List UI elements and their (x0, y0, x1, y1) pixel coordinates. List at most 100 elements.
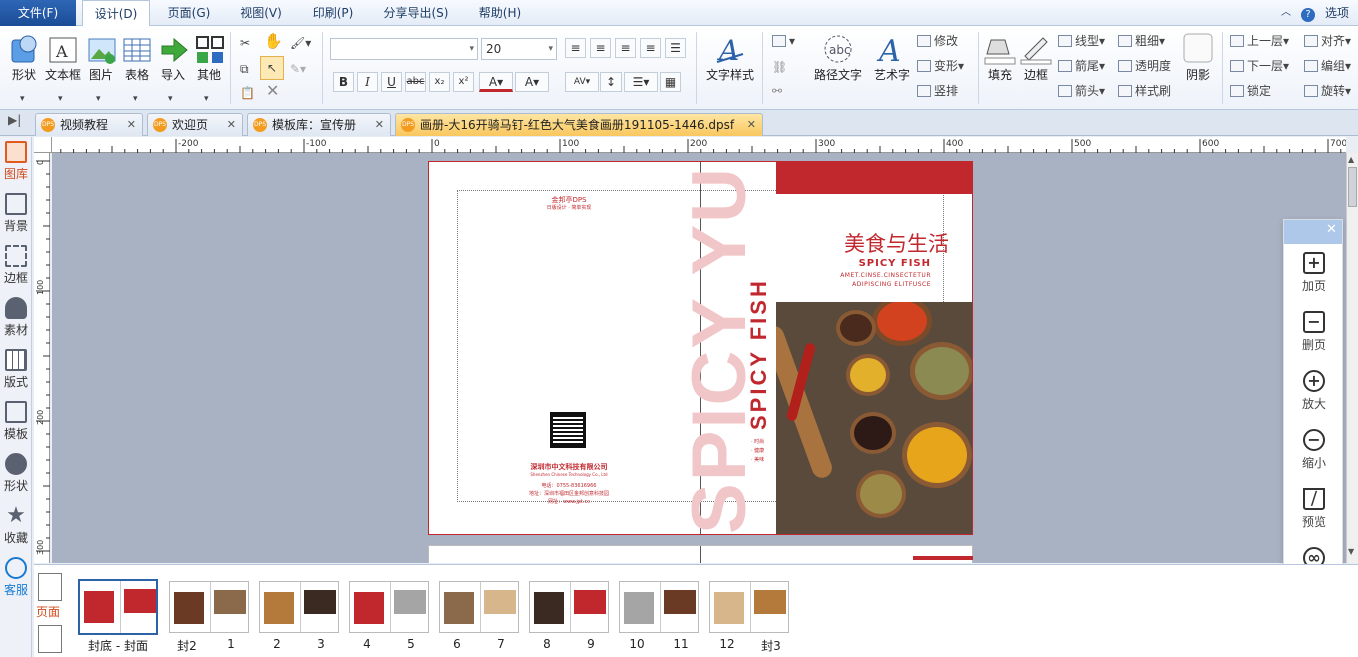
align-right-button[interactable]: ≡ (615, 38, 636, 58)
unlink-icon[interactable]: ⚯ (772, 82, 782, 100)
lock-button[interactable]: 锁定 (1230, 82, 1271, 100)
border-button[interactable]: 边框 (1018, 32, 1054, 83)
shadow-button[interactable]: 阴影 (1180, 32, 1216, 83)
brochure-spread[interactable]: 金邦亭DPS 日版设计 · 简单实现 深圳市中文科技有限公司 Shenzhen … (428, 161, 973, 535)
close-icon[interactable]: ✕ (375, 114, 384, 136)
design-canvas[interactable]: 金邦亭DPS 日版设计 · 简单实现 深圳市中文科技有限公司 Shenzhen … (52, 153, 1346, 563)
arrow-tail-button[interactable]: 箭尾▾ (1058, 57, 1105, 75)
page-list-icon[interactable] (38, 625, 62, 653)
copy-icon[interactable]: ⧉ (240, 60, 249, 78)
char-spacing-button[interactable]: AV▾ (565, 72, 599, 92)
tab-video-tutorial[interactable]: DPS 视频教程 ✕ (35, 113, 143, 136)
zoom-in-button[interactable]: + 放大 (1284, 370, 1344, 412)
format-brush-icon[interactable]: ✎▾ (290, 60, 306, 78)
thumbnail-spread[interactable] (529, 581, 609, 633)
menu-page[interactable]: 页面(G) (160, 0, 218, 26)
sidebar-item-template[interactable]: 模板 (0, 401, 32, 442)
chain-link-icon[interactable]: ⛓ (772, 58, 787, 76)
import-dropdown-icon[interactable]: ▾ (168, 90, 173, 108)
line-type-button[interactable]: 线型▾ (1058, 32, 1105, 50)
page-icon[interactable] (38, 573, 62, 601)
other-dropdown-icon[interactable]: ▾ (204, 90, 209, 108)
preview-button[interactable]: ⧸ 预览 (1284, 488, 1344, 530)
layer-down-button[interactable]: 下一层▾ (1230, 57, 1289, 75)
line-spacing-button[interactable]: ↕ (600, 72, 622, 92)
transform-button[interactable]: 变形▾ (917, 57, 964, 75)
thumbnail-spread[interactable] (78, 579, 158, 635)
font-family-select[interactable] (330, 38, 478, 60)
import-button[interactable]: 导入 (158, 34, 188, 83)
word-style-button[interactable]: A 文字样式 (704, 32, 756, 83)
zoom-out-button[interactable]: − 缩小 (1284, 429, 1344, 471)
subscript-button[interactable]: x₂ (429, 72, 450, 92)
align-button[interactable]: 对齐▾ (1304, 32, 1351, 50)
tab-template-library[interactable]: DPS 模板库：宣传册 ✕ (247, 113, 391, 136)
options-button[interactable]: 选项 (1320, 0, 1354, 26)
menu-view[interactable]: 视图(V) (232, 0, 290, 26)
menu-print[interactable]: 印刷(P) (304, 0, 362, 26)
textbox-dropdown-icon[interactable]: ▾ (58, 90, 63, 108)
close-icon[interactable]: ✕ (227, 114, 236, 136)
sidebar-item-border[interactable]: 边框 (0, 245, 32, 286)
cut-icon[interactable]: ✂ (240, 34, 250, 52)
other-button[interactable]: 其他 (194, 34, 224, 83)
style-brush-button[interactable]: 样式刷 (1118, 82, 1171, 100)
thumbnail-spread[interactable] (169, 581, 249, 633)
select-arrow-icon[interactable]: ↖ (260, 56, 284, 80)
path-text-button[interactable]: abc 路径文字 (812, 32, 864, 83)
sidebar-item-material[interactable]: 素材 (0, 297, 32, 338)
menu-share-export[interactable]: 分享导出(S) (376, 0, 456, 26)
underline-button[interactable]: U (381, 72, 402, 92)
panel-toggle-icon[interactable]: ▶| (8, 113, 21, 127)
close-icon[interactable]: ✕ (127, 114, 136, 136)
image-dropdown-icon[interactable]: ▾ (96, 90, 101, 108)
align-center-button[interactable]: ≡ (590, 38, 611, 58)
align-left-button[interactable]: ≡ (565, 38, 586, 58)
thickness-button[interactable]: 粗细▾ (1118, 32, 1165, 50)
sidebar-item-favorites[interactable]: ★ 收藏 (0, 505, 32, 546)
text-link-icon[interactable]: ▾ (772, 32, 795, 50)
paste-icon[interactable]: 📋 (240, 84, 255, 102)
close-icon[interactable]: ✕ (747, 114, 756, 136)
vertical-scrollbar[interactable]: ▲ ▼ (1346, 153, 1358, 563)
tab-current-document[interactable]: DPS 画册-大16开骑马钉-红色大气美食画册191105-1446.dpsf ✕ (395, 113, 763, 136)
sidebar-item-support[interactable]: 客服 (0, 557, 32, 598)
menu-design[interactable]: 设计(D) (82, 0, 150, 27)
strikethrough-button[interactable]: abc (405, 72, 426, 92)
textbox-button[interactable]: A 文本框 (44, 34, 82, 83)
thumbnail-spread[interactable] (709, 581, 789, 633)
table-dropdown-icon[interactable]: ▾ (133, 90, 138, 108)
thumbnail-spread[interactable] (259, 581, 339, 633)
sidebar-item-shape[interactable]: 形状 (0, 453, 32, 494)
font-highlight-button[interactable]: A▾ (515, 72, 549, 92)
close-icon[interactable]: ✕ (1326, 222, 1337, 237)
rotate-button[interactable]: 旋转▾ (1304, 82, 1351, 100)
font-size-select[interactable]: 20 (481, 38, 557, 60)
distribute-button[interactable]: ☰ (665, 38, 686, 58)
delete-page-button[interactable]: − 删页 (1284, 311, 1344, 353)
shape-dropdown-icon[interactable]: ▾ (20, 90, 25, 108)
justify-button[interactable]: ≡ (640, 38, 661, 58)
hand-icon[interactable]: ✋ (264, 32, 283, 50)
sidebar-item-background[interactable]: 背景 (0, 193, 32, 234)
color-picker-icon[interactable]: 🖌▾ (290, 34, 311, 52)
vertical-button[interactable]: 竖排 (917, 82, 958, 100)
table-button[interactable]: 表格 (120, 34, 154, 83)
image-button[interactable]: 图片 (86, 34, 116, 83)
add-page-button[interactable]: + 加页 (1284, 252, 1344, 294)
sidebar-item-layout[interactable]: 版式 (0, 349, 32, 390)
tab-welcome[interactable]: DPS 欢迎页 ✕ (147, 113, 243, 136)
text-box-options-button[interactable]: ▦ (660, 72, 681, 92)
columns-button[interactable]: ☰▾ (624, 72, 658, 92)
menu-file[interactable]: 文件(F) (0, 0, 76, 26)
arrow-head-button[interactable]: 箭头▾ (1058, 82, 1105, 100)
sidebar-item-library[interactable]: 图库 (0, 141, 32, 182)
thumbnail-spread[interactable] (439, 581, 519, 633)
help-icon[interactable]: ? (1300, 0, 1316, 26)
transparency-button[interactable]: 透明度 (1118, 57, 1171, 75)
bold-button[interactable]: B (333, 72, 354, 92)
group-button[interactable]: 编组▾ (1304, 57, 1351, 75)
thumbnail-spread[interactable] (619, 581, 699, 633)
delete-icon[interactable]: ✕ (266, 82, 279, 100)
menu-help[interactable]: 帮助(H) (470, 0, 530, 26)
